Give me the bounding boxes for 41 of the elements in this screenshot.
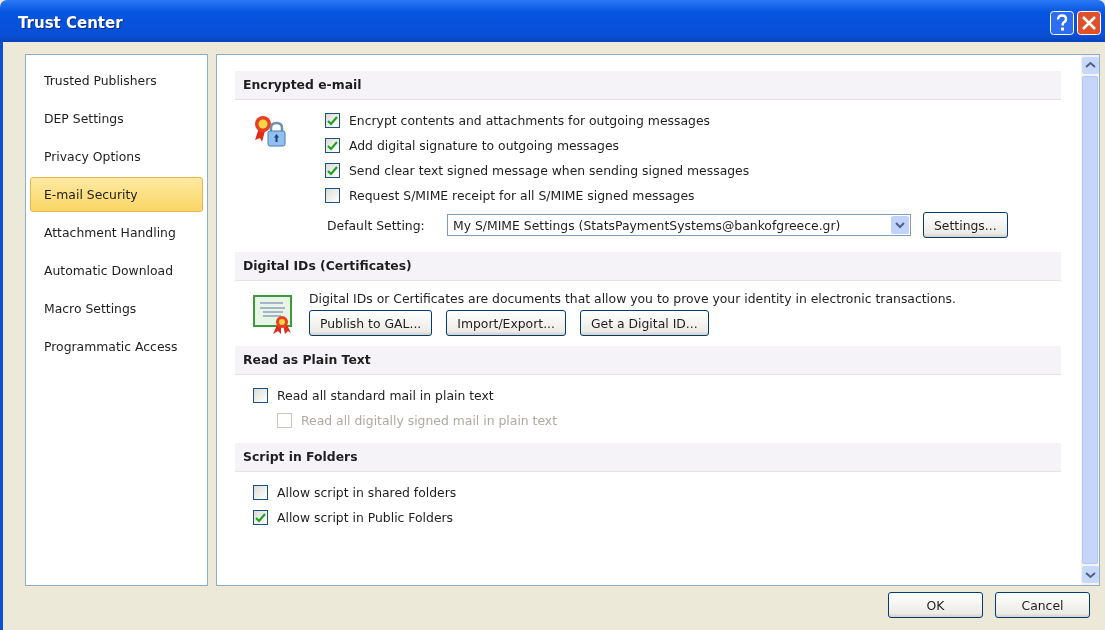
dialog-button[interactable]: OK [888,592,983,618]
settings-button[interactable]: Settings... [923,212,1008,238]
dialog-button[interactable]: Cancel [995,592,1090,618]
checkbox[interactable]: Read all standard mail in plain text [253,383,494,408]
scrollbar[interactable] [1081,55,1099,585]
checkbox[interactable]: Send clear text signed message when sending signed messages [325,158,750,183]
action-button[interactable]: Publish to GAL... [309,310,433,336]
checkbox[interactable]: Encrypt contents and attachments for outgoing messages [325,108,710,133]
scroll-thumb[interactable] [1082,76,1098,564]
default-setting-dropdown[interactable]: My S/MIME Settings (StatsPaymentSystems@bankofgreece.gr) [447,214,911,236]
checkbox[interactable]: Request S/MIME receipt for all S/MIME signed messages [325,183,695,208]
window-title: Trust Center [18,14,124,32]
sidebar-item[interactable]: Trusted Publishers [30,63,203,98]
sidebar-item[interactable]: E-mail Security [30,177,203,212]
sidebar-item[interactable]: Privacy Options [30,139,203,174]
sidebar-item[interactable]: Automatic Download [30,253,203,288]
sidebar-item[interactable]: Attachment Handling [30,215,203,250]
help-icon[interactable] [1050,11,1074,35]
action-button[interactable]: Import/Export... [446,310,566,336]
close-icon[interactable] [1077,11,1101,35]
sidebar-item[interactable]: DEP Settings [30,101,203,136]
description-text: Digital IDs or Certificates are documents that allow you to prove your identity in electronic transactions. [309,290,957,308]
checkbox[interactable]: Allow script in shared folders [253,480,457,505]
checkmark-icon [327,165,338,176]
checkmark-icon [327,140,338,151]
section-header: Script in Folders [235,443,1061,472]
section-header: Read as Plain Text [235,346,1061,375]
sidebar-item[interactable]: Programmatic Access [30,329,203,364]
section-header: Encrypted e-mail [235,71,1061,100]
scroll-up-icon[interactable] [1081,57,1099,74]
action-button[interactable]: Get a Digital ID... [579,310,709,336]
checkmark-icon [255,512,266,523]
section-header: Digital IDs (Certificates) [235,252,1061,281]
sidebar-item[interactable]: Macro Settings [30,291,203,326]
ribbon-lock-icon [253,114,287,148]
checkmark-icon [327,115,338,126]
scroll-down-icon[interactable] [1081,566,1099,583]
checkbox[interactable]: Allow script in Public Folders [253,505,454,530]
certificate-icon [253,295,293,335]
checkbox[interactable]: Add digital signature to outgoing messages [325,133,620,158]
default-setting-label: Default Setting: [327,217,426,233]
